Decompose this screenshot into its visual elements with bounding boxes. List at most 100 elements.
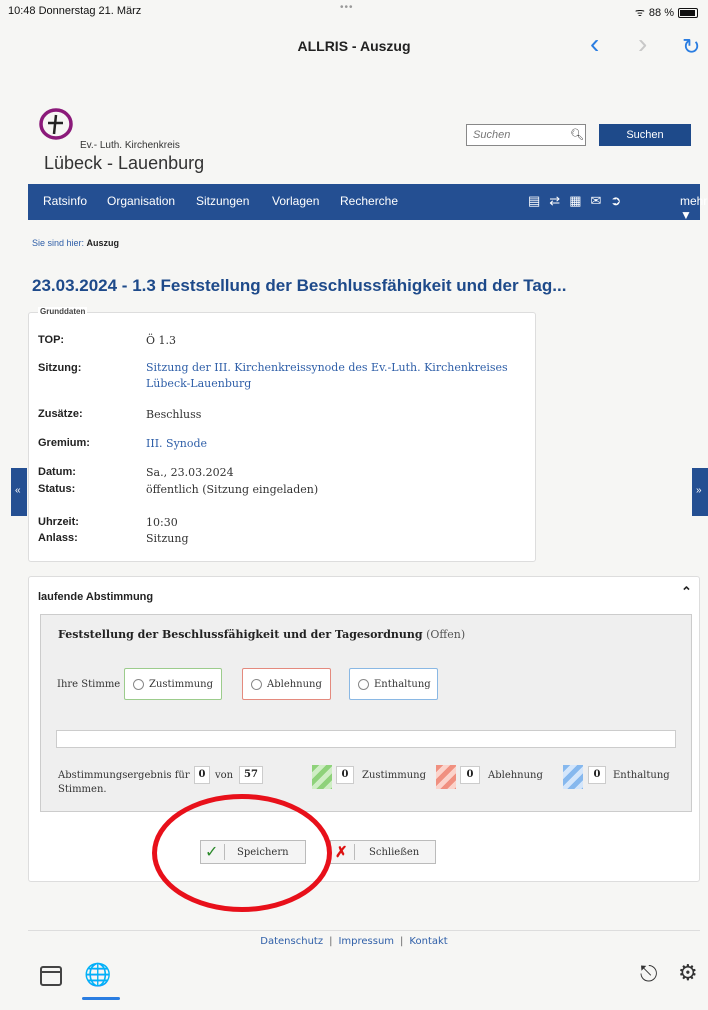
breadcrumb: Sie sind hier: Auszug [32,238,119,248]
ablehnung-count-label: Ablehnung [488,770,543,781]
previous-tab[interactable]: « [11,468,27,516]
close-button[interactable]: ✗ Schließen [330,840,436,864]
zustimmung-count-label: Zustimmung [362,770,426,781]
close-button-label: Schließen [369,847,420,858]
footer-kontakt-link[interactable]: Kontakt [409,936,447,947]
globe-icon[interactable]: 🌐 [84,962,111,988]
comment-input[interactable] [56,730,676,748]
datum-label: Datum: [38,466,76,478]
result-count: 0 [194,766,210,784]
uhrzeit-label: Uhrzeit: [38,516,79,528]
battery-percent: 88 % [648,6,674,19]
chevron-double-up-icon[interactable]: ⌃ [681,584,692,600]
vote-option-zustimmung[interactable]: Zustimmung [124,668,222,700]
status-label: Status: [38,483,76,495]
radio-icon[interactable] [358,679,369,690]
menu-item-recherche[interactable]: Recherche [340,194,398,208]
wifi-icon: ᯤ [634,7,645,19]
datum-value: Sa., 23.03.2024 [146,466,234,479]
main-menu: Ratsinfo Organisation Sitzungen Vorlagen… [28,184,707,222]
status-time: 10:48 Donnerstag 21. März [8,5,142,17]
gremium-link[interactable]: III. Synode [146,436,207,452]
radio-icon[interactable] [251,679,262,690]
breadcrumb-current: Auszug [86,238,120,248]
browser-navbar: ALLRIS - Auszug ‹ › ↻ [0,22,708,68]
sitzung-label: Sitzung: [38,362,82,374]
double-chevron-right-icon: » [696,485,702,496]
search-input[interactable] [466,124,586,146]
result-label: Abstimmungsergebnis für [58,770,190,781]
vote-option-label: Ablehnung [267,679,322,690]
uhrzeit-value: 10:30 [146,516,178,529]
chevron-left-icon[interactable]: ‹ [590,30,599,58]
next-tab[interactable]: » [692,468,708,516]
sync-icon[interactable]: ⇄ [549,193,560,209]
vote-option-label: Enthaltung [374,679,431,690]
anlass-value: Sitzung [146,532,189,545]
enthaltung-swatch [563,765,583,789]
footer-divider [28,930,700,931]
calendar-icon[interactable]: ▦ [569,193,581,209]
breadcrumb-prefix: Sie sind hier: [32,238,85,248]
menu-item-organisation[interactable]: Organisation [107,194,175,208]
enthaltung-count: 0 [588,766,606,784]
page-title: 23.03.2024 - 1.3 Feststellung der Beschl… [32,276,567,295]
sitzung-link-line2[interactable]: Lübeck-Lauenburg [146,376,251,392]
gremium-label: Gremium: [38,437,90,449]
ablehnung-swatch [436,765,456,789]
sitzung-link-line1[interactable]: Sitzung der III. Kirchenkreissynode des … [146,360,508,376]
battery-icon [678,7,698,18]
zustimmung-swatch [312,765,332,789]
footer-separator: | [329,936,333,947]
zusaetze-label: Zusätze: [38,408,83,420]
document-search-icon[interactable]: ▤ [528,193,540,209]
menu-icons: ▤ ⇄ ▦ ✉ ➲ [528,193,621,209]
menu-item-ratsinfo[interactable]: Ratsinfo [43,194,87,208]
vote-question: Feststellung der Beschlussfähigkeit und … [58,628,465,641]
vote-option-label: Zustimmung [149,679,213,690]
gear-icon[interactable]: ⚙ [678,960,698,986]
search-button[interactable]: Suchen [599,124,691,146]
top-label: TOP: [38,334,65,346]
ablehnung-count: 0 [460,766,480,784]
radio-icon[interactable] [133,679,144,690]
search-icon[interactable]: 🔍︎ [570,128,584,141]
footer: Datenschutz | Impressum | Kontakt [0,936,708,947]
reload-icon[interactable]: ↻ [682,33,700,61]
browser-title: ALLRIS - Auszug [297,38,411,54]
lock-icon[interactable]: ⎋ [640,961,657,987]
multitask-dots[interactable]: ••• [340,2,354,13]
active-tab-indicator [82,997,120,1000]
grunddaten-card [28,312,536,562]
logo[interactable]: Ev.- Luth. Kirchenkreis Lübeck - Lauenbu… [36,104,236,174]
total-count: 57 [239,766,263,784]
close-icon: ✗ [335,843,348,861]
calendar-tab-icon[interactable] [40,966,62,986]
result-text: Abstimmungsergebnis für Stimmen. [58,769,198,797]
menu-item-sitzungen[interactable]: Sitzungen [196,194,249,208]
chevron-right-icon[interactable]: › [638,30,647,58]
page: 10:48 Donnerstag 21. März ••• ᯤ 88 % ALL… [0,0,708,1010]
footer-datenschutz-link[interactable]: Datenschutz [260,936,323,947]
double-chevron-left-icon: « [15,485,21,496]
grunddaten-legend: Grunddaten [38,307,88,316]
vote-option-enthaltung[interactable]: Enthaltung [349,668,438,700]
logo-subtitle: Ev.- Luth. Kirchenkreis [80,140,180,151]
cross-logo-icon [39,108,73,140]
status-value: öffentlich (Sitzung eingeladen) [146,483,319,496]
von-label: von [215,770,234,781]
vote-option-ablehnung[interactable]: Ablehnung [242,668,331,700]
result-suffix: Stimmen. [58,784,107,795]
menu-item-vorlagen[interactable]: Vorlagen [272,194,319,208]
vote-question-state: (Offen) [426,628,466,641]
ihre-stimme-label: Ihre Stimme [57,679,121,690]
logout-icon[interactable]: ➲ [610,193,621,209]
zusaetze-value: Beschluss [146,408,202,421]
anlass-label: Anlass: [38,532,78,544]
footer-impressum-link[interactable]: Impressum [338,936,394,947]
mail-icon[interactable]: ✉ [591,193,602,209]
menu-more[interactable]: mehr ▼ [680,194,707,222]
status-bar: 10:48 Donnerstag 21. März ••• ᯤ 88 % [0,0,708,22]
vote-question-text: Feststellung der Beschlussfähigkeit und … [58,628,423,641]
highlight-circle [152,794,332,912]
